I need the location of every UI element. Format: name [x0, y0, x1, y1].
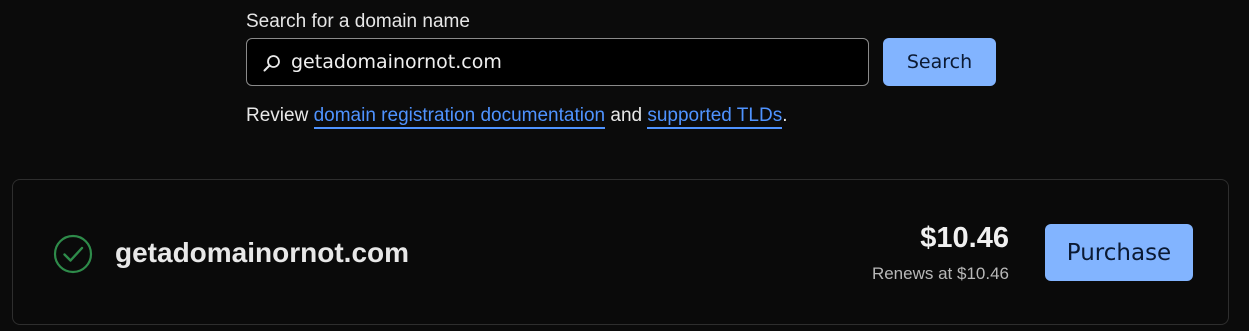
- search-box[interactable]: [246, 38, 869, 86]
- review-prefix: Review: [246, 105, 314, 126]
- supported-tlds-link[interactable]: supported TLDs: [647, 105, 783, 129]
- domain-price: $10.46: [920, 222, 1009, 254]
- check-circle-icon: [53, 234, 93, 274]
- search-input[interactable]: [291, 39, 851, 85]
- renewal-price: Renews at $10.46: [871, 264, 1009, 283]
- search-row: Search: [246, 38, 1006, 88]
- domain-registration-docs-link[interactable]: domain registration documentation: [313, 105, 606, 129]
- result-domain-name: getadomainornot.com: [115, 237, 410, 268]
- review-middle: and: [605, 105, 648, 126]
- search-icon: [263, 55, 280, 72]
- domain-search-section: Search for a domain name Search Review d…: [246, 9, 1006, 129]
- search-label: Search for a domain name: [246, 11, 470, 32]
- review-text: Review domain registration documentation…: [246, 102, 787, 130]
- search-button[interactable]: Search: [883, 38, 996, 86]
- purchase-button[interactable]: Purchase: [1045, 224, 1193, 281]
- review-suffix: .: [782, 105, 788, 126]
- domain-result-card: getadomainornot.com $10.46 Renews at $10…: [12, 179, 1229, 325]
